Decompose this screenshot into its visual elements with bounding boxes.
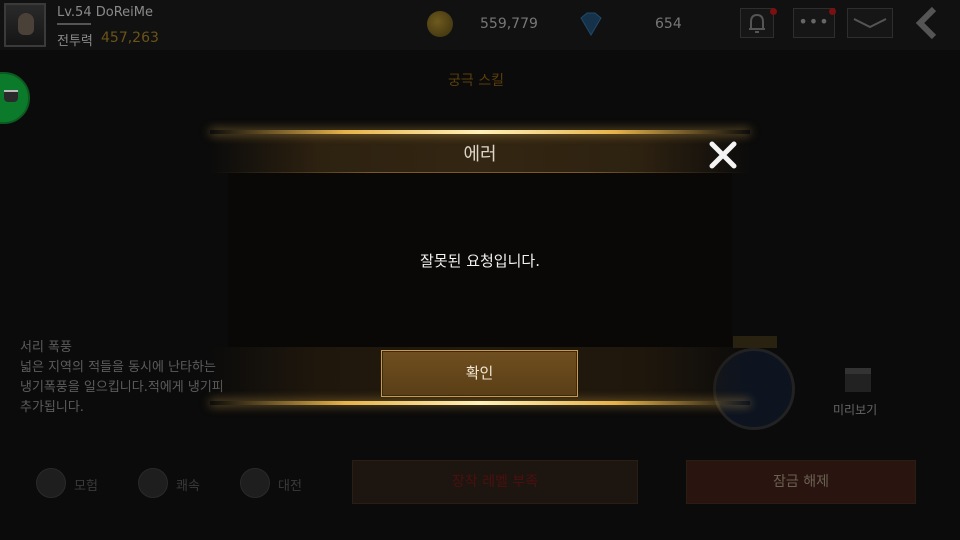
skill-description-line: 냉기폭풍을 일으킵니다.적에게 냉기피 [20, 380, 224, 395]
exp-bar [57, 23, 91, 25]
compass-icon [36, 468, 66, 498]
error-message: 잘못된 요청입니다. [420, 252, 540, 270]
equip-level-button[interactable]: 장착 레벨 부족 [352, 460, 638, 504]
skill-section-title: 궁극 스킬 [448, 73, 504, 89]
gem-icon [580, 12, 602, 36]
skull-icon [240, 468, 270, 498]
bell-icon[interactable] [740, 8, 774, 38]
gold-coin-icon [427, 11, 453, 37]
confirm-button[interactable]: 확인 [381, 350, 578, 397]
gem-amount: 654 [655, 16, 682, 32]
modal-title: 에러 [463, 144, 497, 165]
preview-label[interactable]: 미리보기 [833, 401, 877, 418]
tab-label: 대전 [278, 479, 302, 494]
notification-dot [770, 8, 777, 15]
power-label: 전투력 [57, 34, 93, 49]
top-bar: Lv.54 DoReiMe 전투력 457,263 559,779 654 ••… [0, 0, 960, 50]
tab-label: 모험 [74, 479, 98, 494]
skill-description-line: 넓은 지역의 적들을 동시에 난타하는 [20, 360, 216, 375]
player-avatar[interactable] [4, 3, 46, 47]
modal-top-glow [210, 130, 750, 134]
skill-info-panel: 서리 폭풍 넓은 지역의 적들을 동시에 난타하는 냉기폭풍을 일으킵니다.적에… [20, 338, 224, 418]
tab-label: 쾌속 [176, 479, 200, 494]
avatar-face [18, 13, 34, 35]
player-level-name: Lv.54 DoReiMe [57, 5, 153, 20]
gold-amount: 559,779 [480, 16, 538, 32]
coffee-cup-icon [4, 90, 18, 102]
skill-name: 서리 폭풍 [20, 340, 72, 355]
modal-bottom-glow [210, 401, 750, 405]
unlock-button[interactable]: 잠금 해제 [686, 460, 916, 504]
skill-description-line: 추가됩니다. [20, 400, 84, 415]
notification-dot [829, 8, 836, 15]
clapperboard-icon[interactable] [845, 368, 871, 392]
star-icon [138, 468, 168, 498]
close-icon[interactable] [707, 140, 739, 170]
fold-icon[interactable] [847, 8, 893, 38]
mode-tabs: 모험 쾌속 대전 [22, 462, 322, 506]
power-value: 457,263 [101, 30, 159, 46]
back-arrow-icon[interactable] [908, 6, 948, 40]
